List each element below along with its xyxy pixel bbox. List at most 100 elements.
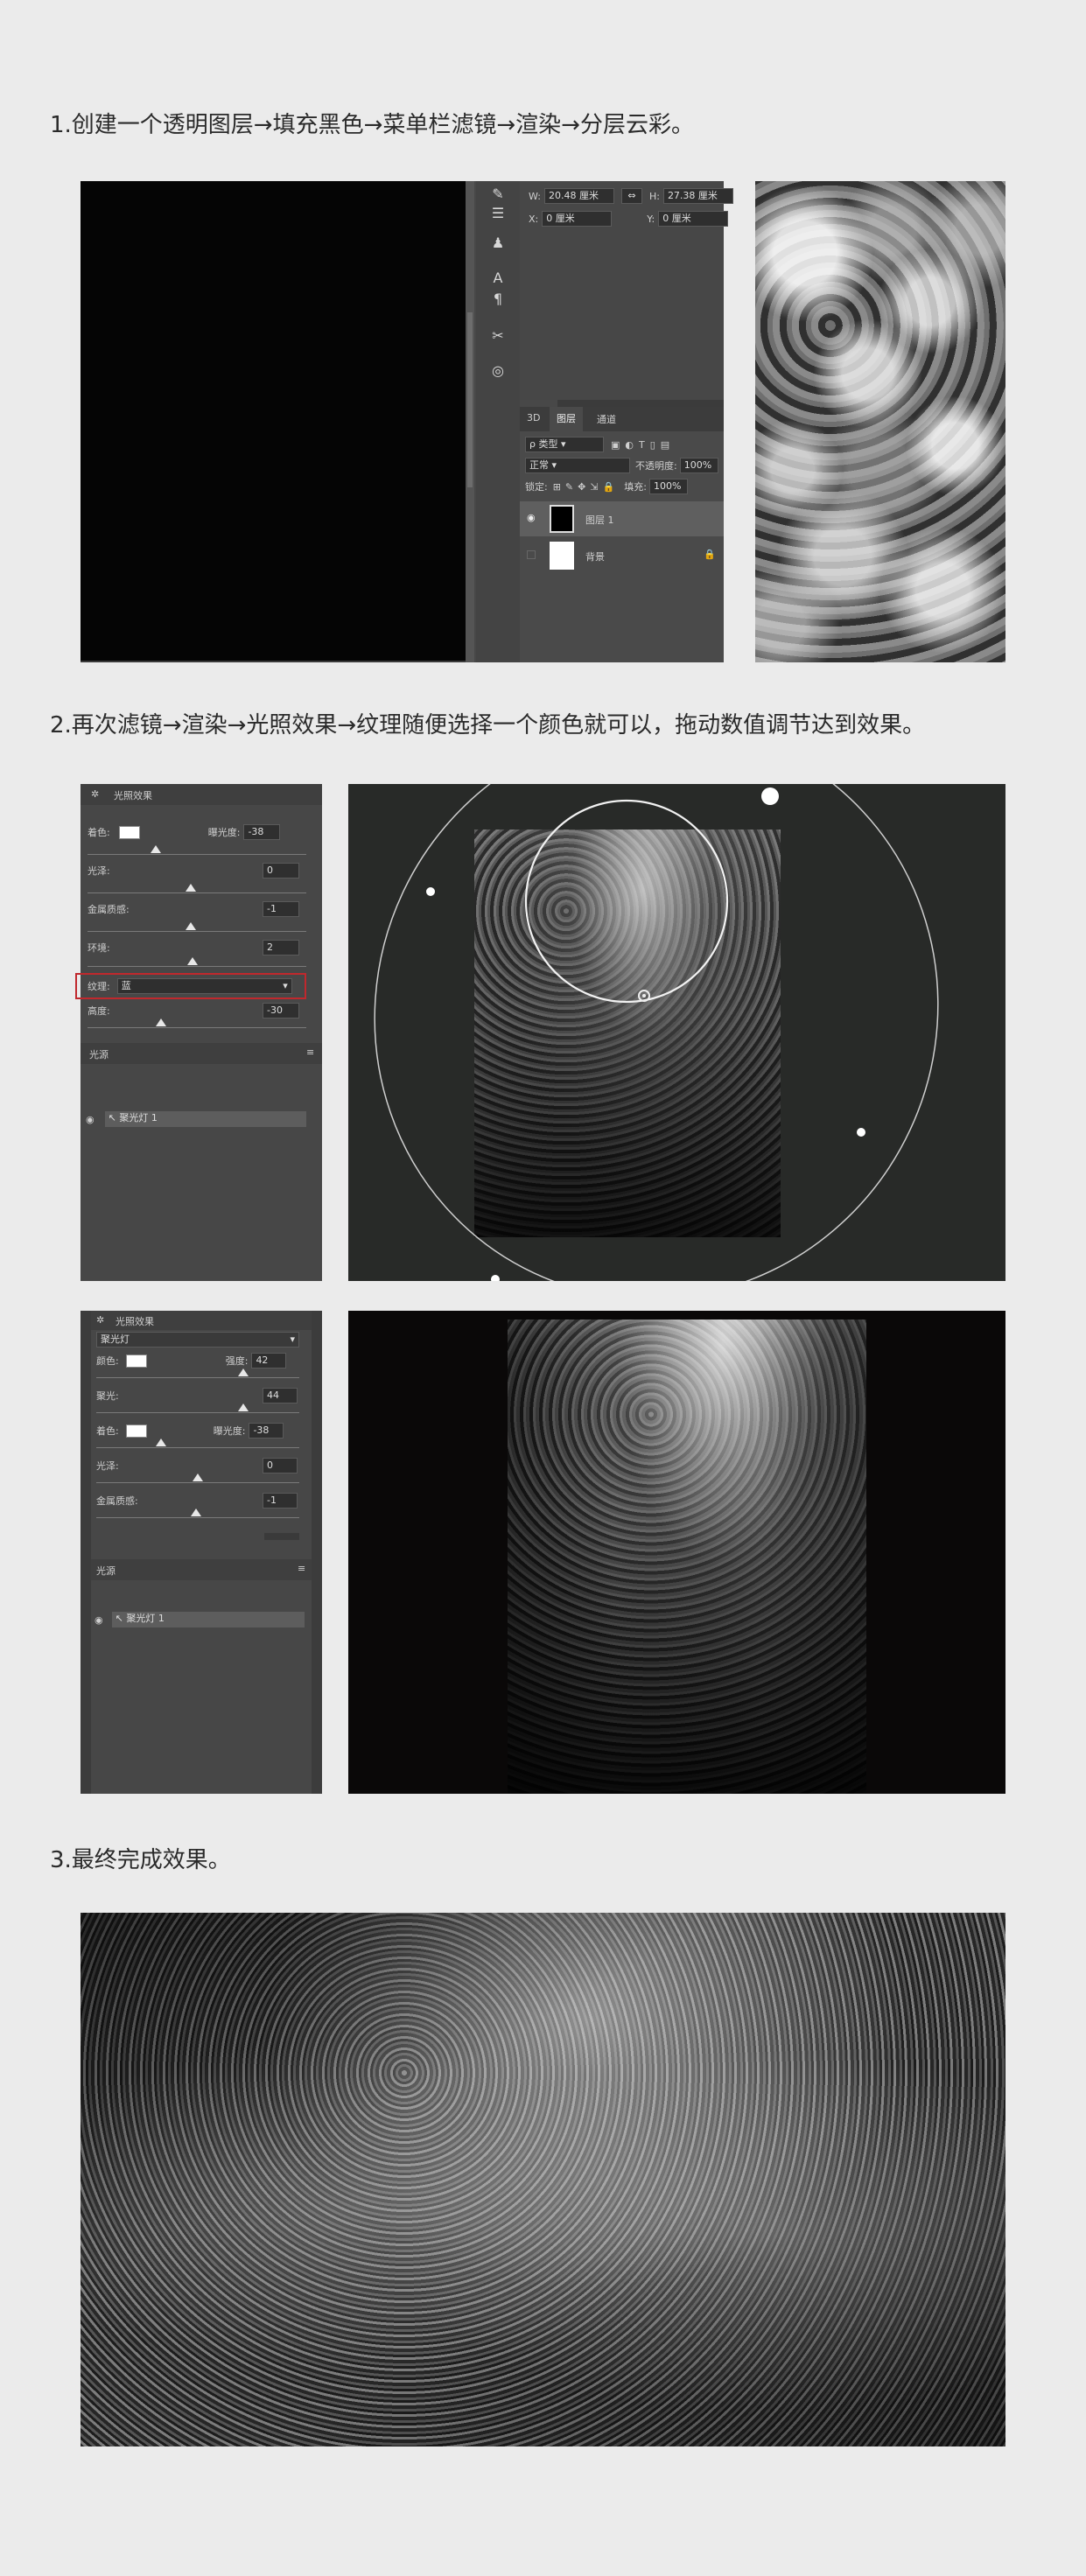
lighting-effects-panel-2: ✲ 光照效果 聚光灯 ▾ 颜色: 强度: 42 聚光: 44 着色: 曝光度: -… — [81, 1311, 322, 1794]
color-label: 颜色: — [96, 1355, 119, 1367]
panel-title: 光照效果 — [114, 790, 152, 802]
ellipse-handle-right — [857, 1128, 865, 1137]
ambience-field[interactable]: 2 — [263, 940, 299, 956]
height-field[interactable]: 27.38 厘米 — [662, 188, 733, 204]
fill-label: 填充: — [624, 481, 648, 493]
colorize-label: 着色: — [96, 1425, 119, 1437]
intensity-slider[interactable] — [238, 1368, 249, 1376]
ellipse-handle-bottom — [491, 1275, 500, 1281]
intensity-label: 强度: — [225, 1355, 249, 1367]
h-label: H: — [648, 190, 660, 202]
layer-name[interactable]: 背景 — [585, 550, 605, 564]
layer-row[interactable]: ◉ 图层 1 — [520, 501, 724, 536]
height-slider[interactable] — [156, 1018, 166, 1026]
gloss-field[interactable]: 0 — [263, 863, 299, 878]
lighting-icon: ✲ — [91, 788, 100, 800]
x-label: X: — [529, 213, 539, 225]
layer-name[interactable]: 图层 1 — [585, 513, 614, 527]
fill-field[interactable]: 100% — [649, 479, 689, 494]
link-icon[interactable]: ⇔ — [620, 188, 642, 204]
tab-layers[interactable]: 图层 — [550, 407, 583, 431]
final-rock-texture — [81, 1913, 1005, 2446]
gloss-slider[interactable] — [193, 1474, 203, 1481]
tab-channels[interactable]: 通道 — [597, 412, 616, 426]
paragraph-icon[interactable]: ¶ — [487, 288, 508, 309]
lighting-preview-1[interactable] — [348, 784, 1005, 1281]
lights-header: 光源 — [96, 1565, 116, 1577]
intensity-field[interactable]: 42 — [251, 1353, 287, 1368]
lighting-icon: ✲ — [96, 1314, 105, 1326]
exposure-field[interactable]: -38 — [249, 1423, 284, 1438]
layer-filter-select[interactable]: ρ 类型 ▾ — [525, 437, 604, 452]
lights-header: 光源 — [89, 1049, 109, 1060]
light-item-1[interactable]: ↖ 聚光灯 1 — [111, 1612, 305, 1628]
metallic-slider[interactable] — [186, 922, 196, 930]
layers-tabbar: 3D 图层 通道 — [520, 407, 724, 431]
tools-icon[interactable]: ✂ — [487, 325, 508, 346]
hotspot-slider[interactable] — [238, 1404, 249, 1411]
lock-icons[interactable]: ⊞✎✥⇲🔒 — [553, 481, 620, 493]
opacity-label: 不透明度: — [635, 460, 677, 472]
eye-icon[interactable]: ◉ — [527, 512, 536, 523]
gloss-label: 光泽: — [96, 1460, 119, 1472]
hotspot-label: 聚光: — [96, 1390, 119, 1402]
brush-icon[interactable]: ✎ — [487, 183, 508, 204]
lighting-effects-panel-1: ✲ 光照效果 着色: 曝光度: -38 光泽: 0 金属质感: -1 环境: 2… — [75, 784, 322, 1281]
exposure-field[interactable]: -38 — [243, 824, 281, 840]
light-outer-ellipse — [374, 784, 939, 1281]
panel-menu-icon[interactable]: ≡ — [306, 1046, 314, 1058]
light-guides[interactable] — [348, 784, 1005, 1281]
step-2-title: 2.再次滤镜→渲染→光照效果→纹理随便选择一个颜色就可以，拖动数值调节达到效果。 — [50, 712, 926, 738]
filter-icons[interactable]: ▣◐T▯▤ — [611, 439, 675, 451]
scrollbar[interactable] — [466, 181, 474, 662]
lighting-preview-2 — [348, 1311, 1005, 1794]
lock-icon: 🔒 — [704, 549, 716, 560]
metallic-field[interactable]: -1 — [263, 901, 299, 917]
metallic-slider[interactable] — [191, 1508, 201, 1516]
photoshop-screenshot-1: ✎ ☰ ♟ A ¶ ✂ ◎ W: 20.48 厘米 ⇔ H: 27.38 厘米 … — [81, 181, 733, 662]
colorize-swatch[interactable] — [118, 825, 140, 839]
step-1-title: 1.创建一个透明图层→填充黑色→菜单栏滤镜→渲染→分层云彩。 — [50, 112, 694, 138]
layer-thumbnail — [550, 505, 574, 533]
opacity-field[interactable]: 100% — [679, 458, 718, 473]
metallic-label: 金属质感: — [96, 1495, 138, 1507]
width-field[interactable]: 20.48 厘米 — [543, 188, 614, 204]
person-icon[interactable]: ♟ — [487, 232, 508, 253]
layer-thumbnail — [550, 542, 574, 570]
layer-row[interactable]: 背景 🔒 — [520, 538, 724, 573]
lock-label: 锁定: — [525, 481, 548, 493]
texture-select[interactable]: 蓝 ▾ — [116, 978, 292, 994]
colorize-swatch[interactable] — [125, 1424, 147, 1438]
type-icon[interactable]: A — [487, 267, 508, 288]
eye-icon[interactable]: ◉ — [86, 1114, 95, 1125]
hotspot-field[interactable]: 44 — [263, 1388, 298, 1404]
step-3-title: 3.最终完成效果。 — [50, 1847, 231, 1873]
preset-select[interactable]: 聚光灯 ▾ — [96, 1332, 299, 1348]
exposure-slider[interactable] — [151, 845, 161, 853]
panel-icon-strip: ✎ ☰ ♟ A ¶ ✂ ◎ — [476, 181, 520, 662]
panel-menu-icon[interactable]: ≡ — [298, 1563, 305, 1574]
exposure-slider[interactable] — [156, 1438, 166, 1446]
eye-icon[interactable]: ◉ — [95, 1614, 103, 1626]
exposure-label: 曝光度: — [207, 827, 241, 838]
gloss-slider[interactable] — [186, 884, 196, 892]
visibility-box[interactable] — [527, 550, 536, 559]
adjust-sliders-icon[interactable]: ☰ — [487, 202, 508, 223]
y-field[interactable]: 0 厘米 — [658, 211, 729, 227]
metallic-field[interactable]: -1 — [263, 1493, 298, 1508]
gloss-label: 光泽: — [88, 865, 110, 877]
ambience-slider[interactable] — [187, 957, 198, 965]
x-field[interactable]: 0 厘米 — [542, 211, 613, 227]
light-hotspot-ring — [524, 799, 729, 1004]
tab-3d[interactable]: 3D — [527, 412, 540, 424]
gloss-field[interactable]: 0 — [263, 1458, 298, 1474]
blend-mode-select[interactable]: 正常 ▾ — [525, 458, 630, 473]
metallic-label: 金属质感: — [88, 904, 130, 915]
styles-icon[interactable]: ◎ — [487, 360, 508, 381]
color-swatch[interactable] — [125, 1354, 147, 1368]
light-item-1[interactable]: ↖ 聚光灯 1 — [104, 1111, 306, 1127]
properties-panel: W: 20.48 厘米 ⇔ H: 27.38 厘米 X: 0 厘米 Y: 0 厘… — [520, 181, 733, 400]
ellipse-handle-left — [426, 887, 435, 896]
height-value-field[interactable]: -30 — [263, 1003, 299, 1018]
black-canvas — [81, 181, 466, 661]
